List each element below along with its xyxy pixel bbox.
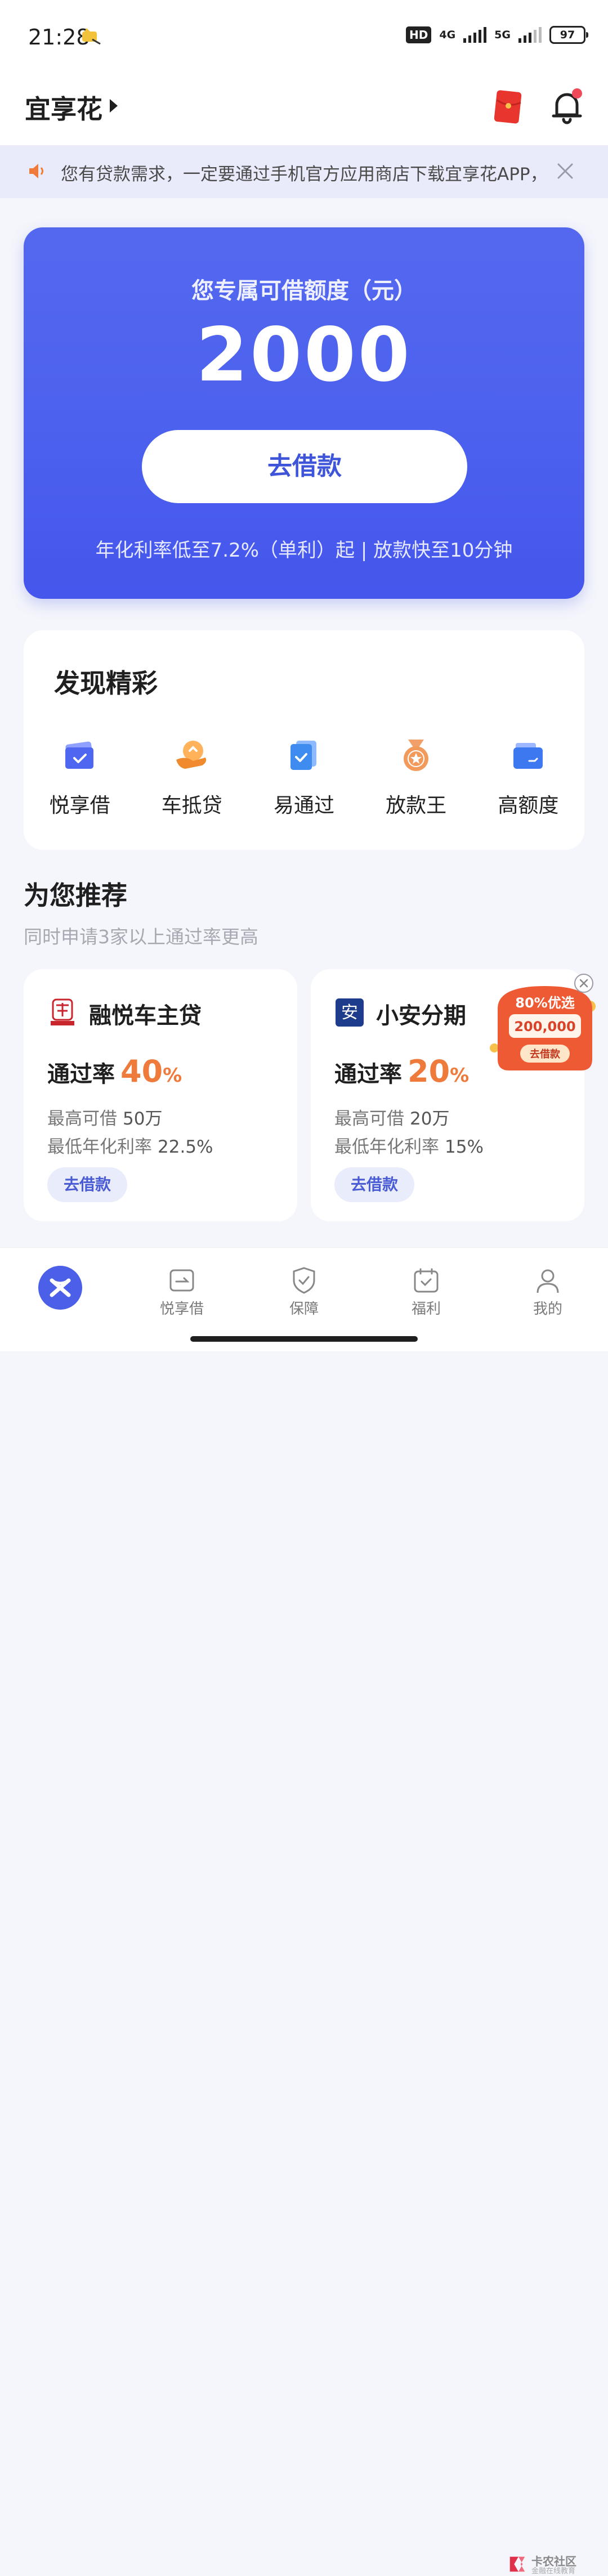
app-bar: 宜享花 bbox=[0, 79, 608, 145]
discover-item-yuexiangjie[interactable]: 悦享借 bbox=[24, 737, 136, 818]
max-amount: 最高可借 20万 bbox=[334, 1104, 449, 1130]
max-amount: 最高可借 50万 bbox=[47, 1104, 162, 1130]
tab-home[interactable] bbox=[38, 1266, 82, 1310]
notice-text: 您有贷款需求，一定要通过手机官方应用商店下载宜享花APP， bbox=[61, 164, 545, 185]
borrow-button[interactable]: 去借款 bbox=[142, 430, 467, 503]
close-icon[interactable] bbox=[555, 161, 575, 181]
discover-item-label: 易通过 bbox=[273, 794, 334, 817]
discover-items: 悦享借 车抵贷 易通过 放款王 高额度 bbox=[24, 737, 584, 818]
watermark-sub: 金融在线教育 bbox=[531, 2567, 576, 2575]
network-label-5g: 5G bbox=[494, 29, 511, 41]
discover-item-label: 放款王 bbox=[386, 794, 447, 817]
transfer-icon bbox=[169, 1269, 194, 1292]
max-amount-value: 20万 bbox=[410, 1109, 450, 1129]
doc-check-icon bbox=[290, 741, 316, 770]
tab-baozhang[interactable]: 保障 bbox=[267, 1265, 341, 1318]
min-rate-label: 最低年化利率 bbox=[334, 1137, 439, 1157]
recommend-card[interactable]: 融悦车主贷 通过率 40% 最高可借 50万 最低年化利率 22.5% 去借款 bbox=[24, 969, 297, 1221]
discover-item-gaoedu[interactable]: 高额度 bbox=[472, 737, 584, 818]
xiaoan-logo-char: 安 bbox=[341, 1003, 358, 1023]
battery-icon: 97 bbox=[549, 26, 588, 44]
speaker-icon bbox=[29, 164, 43, 178]
pass-rate-value: 40 bbox=[120, 1054, 163, 1089]
pass-rate: 通过率 40% bbox=[47, 1054, 182, 1089]
wallet-icon bbox=[513, 743, 543, 769]
network-label-4g: 4G bbox=[439, 29, 456, 41]
max-amount-label: 最高可借 bbox=[334, 1109, 404, 1129]
min-rate: 最低年化利率 22.5% bbox=[47, 1132, 213, 1158]
credit-limit-card: 您专属可借额度（元） 2000 去借款 年化利率低至7.2%（单利）起 | 放款… bbox=[24, 227, 584, 599]
watermark-logo-icon bbox=[509, 2556, 525, 2572]
credit-rate-note: 年化利率低至7.2%（单利）起 | 放款快至10分钟 bbox=[95, 539, 513, 562]
tab-yuexiangjie[interactable]: 悦享借 bbox=[145, 1265, 218, 1318]
min-rate-value: 22.5% bbox=[158, 1137, 213, 1157]
pass-rate-label: 通过率 bbox=[334, 1061, 402, 1087]
watermark: 卡农社区 金融在线教育 bbox=[507, 2552, 580, 2576]
close-icon[interactable] bbox=[573, 973, 594, 994]
status-indicators: HD 4G 5G 97 bbox=[406, 26, 588, 44]
discover-item-label: 高额度 bbox=[498, 794, 559, 817]
max-amount-value: 50万 bbox=[123, 1109, 163, 1129]
discover-title: 发现精彩 bbox=[54, 668, 158, 698]
medal-icon bbox=[404, 740, 429, 771]
promo-amount: 200,000 bbox=[514, 1019, 575, 1034]
credit-limit-amount: 2000 bbox=[196, 312, 412, 398]
promo-headline: 80%优选 bbox=[515, 995, 574, 1011]
discover-section: 发现精彩 悦享借 车抵贷 易通过 放款王 高额度 bbox=[24, 630, 584, 850]
tab-label: 悦享借 bbox=[159, 1301, 204, 1318]
tab-label: 福利 bbox=[411, 1301, 441, 1318]
tab-fuli[interactable]: 福利 bbox=[390, 1265, 463, 1318]
recommend-card-name: 融悦车主贷 bbox=[89, 1003, 202, 1029]
signal-icon-secondary bbox=[518, 27, 542, 43]
discover-item-label: 车抵贷 bbox=[161, 794, 222, 817]
hd-badge: HD bbox=[406, 26, 432, 43]
min-rate-label: 最低年化利率 bbox=[47, 1137, 152, 1157]
status-bar: 21:28 HD 4G 5G 97 bbox=[0, 0, 608, 79]
red-packet-icon[interactable] bbox=[494, 89, 522, 124]
calendar-check-icon bbox=[414, 1268, 439, 1293]
pass-rate-label: 通过率 bbox=[47, 1061, 115, 1087]
home-indicator[interactable] bbox=[190, 1336, 418, 1342]
home-logo-icon bbox=[50, 1278, 71, 1297]
status-app-icon bbox=[82, 28, 101, 45]
pass-rate: 通过率 20% bbox=[334, 1054, 469, 1089]
recommend-subtitle: 同时申请3家以上通过率更高 bbox=[24, 926, 258, 948]
car-loan-icon bbox=[176, 741, 206, 769]
pass-rate-unit: % bbox=[450, 1064, 470, 1087]
recommend-borrow-button[interactable]: 去借款 bbox=[334, 1167, 414, 1202]
pass-rate-unit: % bbox=[163, 1064, 182, 1087]
recommend-card-name: 小安分期 bbox=[376, 1003, 466, 1029]
notice-banner: 您有贷款需求，一定要通过手机官方应用商店下载宜享花APP， bbox=[0, 145, 608, 198]
caret-right-icon[interactable] bbox=[110, 99, 118, 113]
tab-label: 保障 bbox=[289, 1301, 319, 1318]
max-amount-label: 最高可借 bbox=[47, 1109, 117, 1129]
min-rate-value: 15% bbox=[445, 1137, 484, 1157]
pass-rate-value: 20 bbox=[408, 1054, 450, 1089]
rongyue-logo-icon bbox=[51, 998, 74, 1025]
bell-icon[interactable] bbox=[549, 87, 585, 126]
discover-item-fangkuanwang[interactable]: 放款王 bbox=[360, 737, 472, 818]
credit-limit-label: 您专属可借额度（元） bbox=[191, 278, 417, 304]
card-check-icon bbox=[65, 741, 93, 769]
tab-mine[interactable]: 我的 bbox=[511, 1265, 584, 1318]
user-icon bbox=[537, 1269, 559, 1293]
discover-item-yitongguo[interactable]: 易通过 bbox=[248, 737, 360, 818]
promo-button: 去借款 bbox=[530, 1048, 561, 1060]
shield-icon bbox=[293, 1267, 315, 1294]
app-title[interactable]: 宜享花 bbox=[25, 89, 102, 126]
tab-label: 我的 bbox=[533, 1301, 562, 1318]
recommend-borrow-button[interactable]: 去借款 bbox=[47, 1167, 127, 1202]
recommend-title: 为您推荐 bbox=[24, 880, 127, 911]
discover-item-label: 悦享借 bbox=[49, 794, 110, 817]
xiaoan-logo-icon: 安 bbox=[336, 998, 364, 1027]
discover-item-chedidai[interactable]: 车抵贷 bbox=[136, 737, 248, 818]
signal-icon bbox=[463, 27, 487, 43]
min-rate: 最低年化利率 15% bbox=[334, 1132, 484, 1158]
